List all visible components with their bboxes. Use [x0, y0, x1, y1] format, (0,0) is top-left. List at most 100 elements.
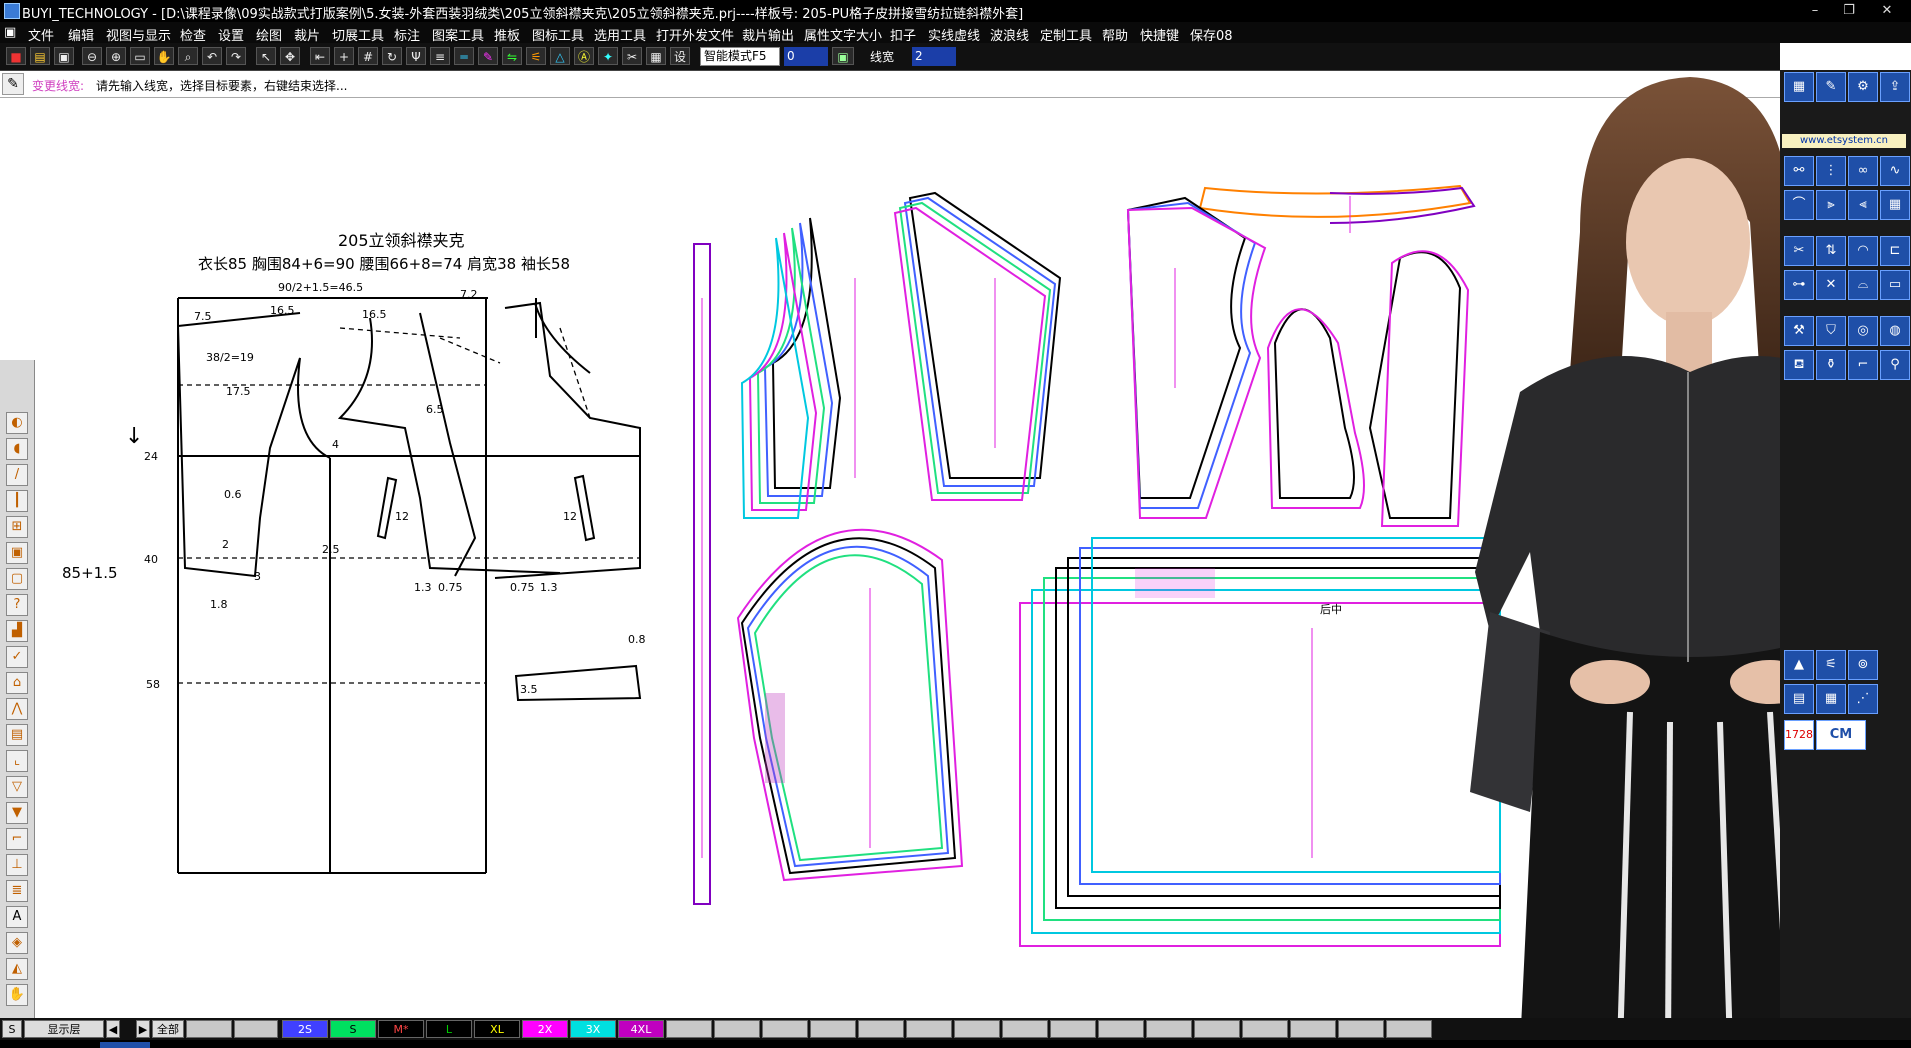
rp-tape2-icon[interactable]: ⊚ — [1848, 650, 1878, 680]
rp-cross-icon[interactable]: ✕ — [1816, 270, 1846, 300]
menu-save[interactable]: 保存08 — [1190, 25, 1233, 44]
menu-icon-tools[interactable]: 图标工具 — [532, 25, 584, 44]
menu-buttons[interactable]: 扣子 — [890, 25, 916, 44]
menu-file[interactable]: 文件 — [28, 25, 54, 44]
tool-frame-icon[interactable]: ▢ — [6, 568, 28, 590]
menu-shortcuts[interactable]: 快捷键 — [1140, 25, 1179, 44]
rp-shirt-icon[interactable]: ⛉ — [1816, 316, 1846, 346]
tool-curve-icon[interactable]: ◖ — [6, 438, 28, 460]
rp-grid-icon[interactable]: ▦ — [1880, 190, 1910, 220]
tool-point-icon[interactable]: ✓ — [6, 646, 28, 668]
rp-wave-icon[interactable]: ∿ — [1880, 156, 1910, 186]
cut-icon[interactable]: ✂ — [622, 47, 642, 65]
rp-boot-icon[interactable]: ⌐ — [1848, 350, 1878, 380]
rp-link-icon[interactable]: ∞ — [1848, 156, 1878, 186]
maximize-button[interactable]: ❐ — [1834, 2, 1864, 20]
prev-arrow-icon[interactable]: ◀ — [106, 1020, 120, 1038]
tool-funnel-icon[interactable]: ▽ — [6, 776, 28, 798]
rp-unit-badge[interactable]: CM — [1816, 720, 1866, 750]
rp-cone-icon[interactable]: ▲ — [1784, 650, 1814, 680]
lines-icon[interactable]: ≡ — [430, 47, 450, 65]
rp-machine-icon[interactable]: ⚒ — [1784, 316, 1814, 346]
layer-display[interactable]: 显示层 — [24, 1020, 104, 1038]
rp-measure-icon[interactable]: ⚟ — [1816, 650, 1846, 680]
next-arrow-icon[interactable]: ▶ — [136, 1020, 150, 1038]
rp-tape-icon[interactable]: ⊶ — [1784, 270, 1814, 300]
rp-table-icon[interactable]: ▦ — [1816, 684, 1846, 714]
menu-annotate[interactable]: 标注 — [394, 25, 420, 44]
tool-triangle-icon[interactable]: ▼ — [6, 802, 28, 824]
value-field[interactable]: 0 — [784, 47, 828, 66]
save-icon[interactable]: ▣ — [54, 47, 74, 65]
rp-strip-icon[interactable]: ▭ — [1880, 270, 1910, 300]
zoom-in-icon[interactable]: ⊕ — [106, 47, 126, 65]
tool-fold-icon[interactable]: ◭ — [6, 958, 28, 980]
size-4xl[interactable]: 4XL — [618, 1020, 664, 1038]
marker-icon[interactable]: ✦ — [598, 47, 618, 65]
move-icon[interactable]: ✥ — [280, 47, 300, 65]
double-line-icon[interactable]: ═ — [454, 47, 474, 65]
menu-settings[interactable]: 设置 — [218, 25, 244, 44]
text-icon[interactable]: Ⓐ — [574, 47, 594, 65]
menu-piece[interactable]: 裁片 — [294, 25, 320, 44]
redo-icon[interactable]: ↷ — [226, 47, 246, 65]
rp-settings-icon[interactable]: ⚙ — [1848, 72, 1878, 102]
rp-globe-icon[interactable]: ◍ — [1880, 316, 1910, 346]
rp-tab-icon[interactable]: ▤ — [1784, 684, 1814, 714]
rp-split-icon[interactable]: ⫸ — [1816, 190, 1846, 220]
undo-icon[interactable]: ↶ — [202, 47, 222, 65]
minimize-button[interactable]: – — [1800, 2, 1830, 20]
align-icon[interactable]: ⇤ — [310, 47, 330, 65]
size-s-button[interactable]: S — [2, 1020, 22, 1038]
menu-help[interactable]: 帮助 — [1102, 25, 1128, 44]
rp-dots-icon[interactable]: ⋮ — [1816, 156, 1846, 186]
rp-scissors-icon[interactable]: ✂ — [1784, 236, 1814, 266]
pen-icon[interactable]: ✎ — [478, 47, 498, 65]
open-folder-icon[interactable]: ▤ — [30, 47, 50, 65]
zoom-area-icon[interactable]: ⌕ — [178, 47, 198, 65]
rp-merge-icon[interactable]: ⫷ — [1848, 190, 1878, 220]
rp-ruler-icon[interactable]: ⊏ — [1880, 236, 1910, 266]
tool-hand-icon[interactable]: ✋ — [6, 984, 28, 1006]
menu-piece-output[interactable]: 裁片输出 — [742, 25, 794, 44]
pan-hand-icon[interactable]: ✋ — [154, 47, 174, 65]
rp-pin-icon[interactable]: ⚲ — [1880, 350, 1910, 380]
tool-baseline-icon[interactable]: ⊥ — [6, 854, 28, 876]
tool-shape-icon[interactable]: ▟ — [6, 620, 28, 642]
rp-chain-icon[interactable]: ⚯ — [1784, 156, 1814, 186]
size-2x[interactable]: 2X — [522, 1020, 568, 1038]
tool-square-icon[interactable]: ▣ — [6, 542, 28, 564]
pattern-icon[interactable]: ▦ — [646, 47, 666, 65]
all-sizes-button[interactable]: 全部 — [152, 1020, 184, 1038]
menu-draw[interactable]: 绘图 — [256, 25, 282, 44]
rotate-icon[interactable]: ↻ — [382, 47, 402, 65]
tool-split-icon[interactable]: ⊞ — [6, 516, 28, 538]
menu-view[interactable]: 视图与显示 — [106, 25, 171, 44]
menu-edit[interactable]: 编辑 — [68, 25, 94, 44]
triangle-icon[interactable]: △ — [550, 47, 570, 65]
trident-icon[interactable]: Ψ — [406, 47, 426, 65]
tool-help-icon[interactable]: ? — [6, 594, 28, 616]
rp-bucket-icon[interactable]: ⛾ — [1784, 350, 1814, 380]
new-file-icon[interactable]: ■ — [6, 47, 26, 65]
menu-wave[interactable]: 波浪线 — [990, 25, 1029, 44]
measure-icon[interactable]: ⚟ — [526, 47, 546, 65]
rp-bottle-icon[interactable]: ⚱ — [1816, 350, 1846, 380]
tool-block-icon[interactable]: ▤ — [6, 724, 28, 746]
rp-plot-icon[interactable]: ⋰ — [1848, 684, 1878, 714]
rp-export-icon[interactable]: ⇪ — [1880, 72, 1910, 102]
menu-custom-tools[interactable]: 定制工具 — [1040, 25, 1092, 44]
menu-slash[interactable]: 切展工具 — [332, 25, 384, 44]
menu-pattern-tools[interactable]: 图案工具 — [432, 25, 484, 44]
size-l[interactable]: L — [426, 1020, 472, 1038]
menu-open-external[interactable]: 打开外发文件 — [656, 25, 734, 44]
menu-grading[interactable]: 推板 — [494, 25, 520, 44]
tool-corner-icon[interactable]: ⌞ — [6, 750, 28, 772]
rp-arc-icon[interactable]: ◠ — [1848, 236, 1878, 266]
tool-step-icon[interactable]: ⌐ — [6, 828, 28, 850]
tool-text-icon[interactable]: A — [6, 906, 28, 928]
grid-icon[interactable]: # — [358, 47, 378, 65]
tool-hatch-icon[interactable]: ≣ — [6, 880, 28, 902]
tool-line-icon[interactable]: / — [6, 464, 28, 486]
rp-spiral-icon[interactable]: ◎ — [1848, 316, 1878, 346]
